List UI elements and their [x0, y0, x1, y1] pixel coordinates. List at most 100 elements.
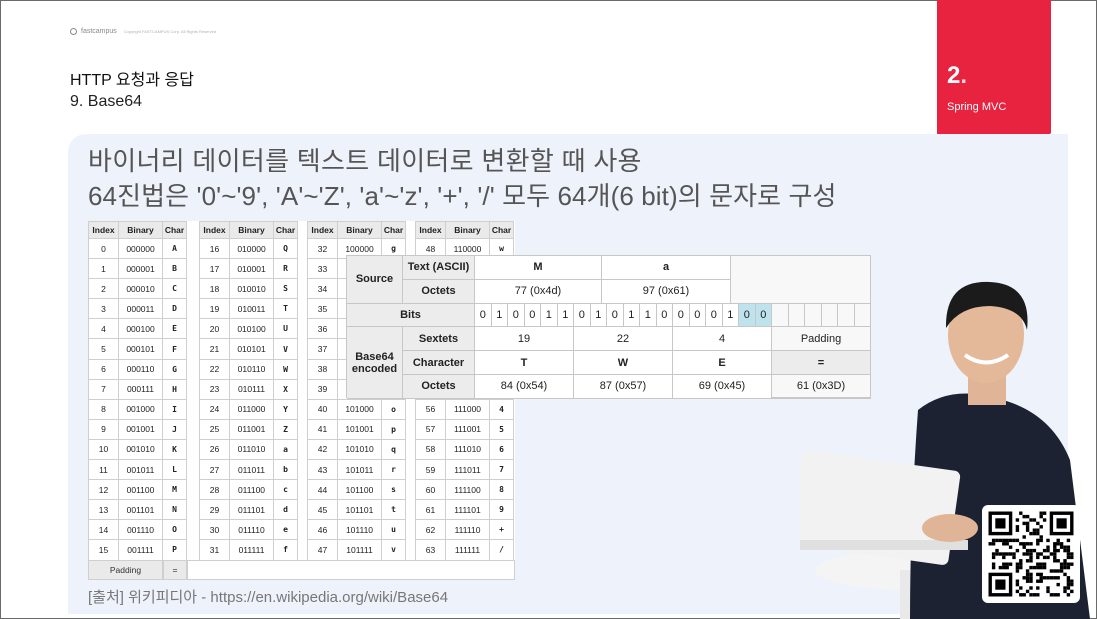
bit-cell: [772, 303, 789, 328]
index-table-cell: 7: [88, 378, 119, 400]
index-table-cell: 010111: [229, 378, 274, 400]
index-table-cell: 5: [88, 338, 119, 360]
index-table-cell: 6: [88, 358, 119, 380]
index-table-row: 10 001010 K: [88, 438, 187, 461]
octet-m: 77 (0x4d): [475, 279, 602, 304]
index-table-cell: 000100: [118, 318, 163, 340]
index-table-cell: 10: [88, 438, 119, 461]
index-table-cell: 011111: [229, 539, 274, 561]
octets-label: Octets: [403, 375, 475, 399]
bit-cell: 0: [689, 303, 706, 328]
index-table-cell: D: [162, 298, 187, 320]
index-table-cell: 26: [199, 438, 230, 461]
body-line-1: 바이너리 데이터를 텍스트 데이터로 변환할 때 사용: [88, 146, 642, 176]
index-table-cell: 2: [88, 278, 119, 300]
index-table-cell: 40: [307, 398, 338, 420]
index-table-cell: Y: [273, 398, 298, 420]
index-table-cell: 001000: [118, 398, 163, 420]
slide-title: HTTP 요청과 응답: [70, 72, 194, 89]
padding-filler: [187, 560, 515, 580]
encoded-octet-cell: 84 (0x54): [475, 375, 574, 399]
index-table-cell: T: [273, 298, 298, 320]
index-table-row: 45 101101 t: [307, 499, 406, 521]
index-table-cell: 25: [199, 418, 230, 440]
index-table-cell: A: [162, 237, 187, 260]
index-table-cell: 36: [307, 318, 338, 340]
index-table-group: Index Binary Char 0 000000 A 1 000001 B 2 000010 C 3…: [88, 221, 187, 561]
index-table-cell: 000010: [118, 278, 163, 300]
index-table-cell: 101011: [337, 459, 382, 481]
index-table-row: 47 101111 v: [307, 539, 406, 561]
index-table-cell: 14: [88, 519, 119, 541]
bit-cell: 0: [475, 303, 492, 328]
index-table-cell: 001001: [118, 418, 163, 440]
encoded-octet-cell: 69 (0x45): [673, 375, 772, 399]
index-table-cell: 000000: [118, 237, 163, 260]
sextet-cell: 22: [574, 327, 673, 352]
slide-subtitle: 9. Base64: [70, 93, 143, 110]
index-table-cell: 57: [415, 418, 446, 440]
index-table-cell: 47: [307, 539, 338, 561]
index-table-cell: R: [273, 258, 298, 280]
index-table-cell: r: [381, 459, 406, 481]
index-table-cell: s: [381, 479, 406, 501]
padding-label: Padding: [88, 560, 163, 580]
fastcampus-logo: fastcampus Copyright FASTCAMPUS Corp. Al…: [70, 28, 216, 35]
sextet-cell: 4: [673, 327, 772, 352]
index-table-row: 56 111000 4: [415, 398, 514, 420]
index-table-cell: 28: [199, 479, 230, 501]
chapter-number: 2.: [947, 62, 968, 89]
index-table-cell: 11: [88, 459, 119, 481]
index-table-cell: 101001: [337, 418, 382, 440]
index-table-row: 60 111100 8: [415, 479, 514, 501]
index-table-cell: 5: [489, 418, 514, 440]
index-table-cell: 011011: [229, 459, 274, 481]
index-table-cell: 45: [307, 499, 338, 521]
index-table-cell: 63: [415, 539, 446, 561]
character-label: Character: [403, 351, 475, 375]
index-table-header: Index: [307, 221, 338, 239]
index-table-cell: 61: [415, 499, 446, 521]
index-table-row: 63 111111/: [415, 539, 514, 561]
index-table-cell: 6: [489, 438, 514, 461]
index-table-cell: 001010: [118, 438, 163, 461]
index-table-cell: U: [273, 318, 298, 340]
octet-a: 97 (0x61): [602, 279, 731, 304]
index-table-cell: 35: [307, 298, 338, 320]
index-table-row: 14 001110 O: [88, 519, 187, 541]
index-table-cell: 001100: [118, 479, 163, 501]
bit-cell: 0: [607, 303, 624, 328]
index-table-cell: 58: [415, 438, 446, 461]
index-table-cell: 27: [199, 459, 230, 481]
index-table-cell: 000101: [118, 338, 163, 360]
bit-cell: 0: [656, 303, 673, 328]
index-table-cell: 001110: [118, 519, 163, 541]
index-table-row: 12 001100 M: [88, 479, 187, 501]
index-table-row: 31 011111 f: [199, 539, 298, 561]
index-table-cell: c: [273, 479, 298, 501]
bit-cell: 0: [706, 303, 723, 328]
index-table-cell: v: [381, 539, 406, 561]
index-table-cell: 011000: [229, 398, 274, 420]
bit-cell: 1: [640, 303, 657, 328]
base64-encoded-label: Base64 encoded: [347, 327, 403, 399]
bit-cell: 0: [739, 303, 756, 328]
index-table-cell: 001011: [118, 459, 163, 481]
index-table-row: 29 011101 d: [199, 499, 298, 521]
index-table-cell: 7: [489, 459, 514, 481]
index-table-cell: 9: [489, 499, 514, 521]
index-table-header: Index: [199, 221, 230, 239]
index-table-cell: 111010: [445, 438, 490, 461]
index-table-row: 44 101100 s: [307, 479, 406, 501]
index-table-row: 0 000000 A: [88, 237, 187, 260]
index-table-cell: a: [273, 438, 298, 461]
index-table-row: 15 001111 P: [88, 539, 187, 561]
index-table-cell: G: [162, 358, 187, 380]
index-table-row: 40 101000 o: [307, 398, 406, 420]
index-table-header: Char: [162, 221, 187, 239]
source-label: Source: [347, 256, 403, 304]
logo-text: fastcampus: [81, 28, 117, 35]
index-table-cell: 011010: [229, 438, 274, 461]
index-table-cell: t: [381, 499, 406, 521]
chapter-name: Spring MVC: [947, 101, 1007, 113]
